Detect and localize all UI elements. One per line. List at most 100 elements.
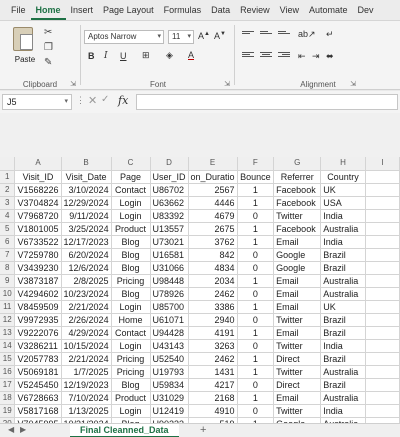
- header-cell[interactable]: Country: [320, 170, 366, 184]
- table-cell[interactable]: 0: [237, 313, 275, 327]
- align-center-icon[interactable]: [260, 52, 272, 61]
- table-cell[interactable]: Blog: [111, 235, 151, 249]
- table-cell[interactable]: India: [320, 235, 366, 249]
- table-cell[interactable]: V2057783: [14, 352, 62, 366]
- table-cell[interactable]: 2/21/2024: [61, 300, 112, 314]
- table-cell[interactable]: U31029: [150, 391, 189, 405]
- table-cell[interactable]: 0: [237, 378, 275, 392]
- table-cell[interactable]: [365, 248, 400, 262]
- table-cell[interactable]: 1: [237, 222, 275, 236]
- table-cell[interactable]: 1: [237, 326, 275, 340]
- table-cell[interactable]: 10/23/2024: [61, 287, 112, 301]
- column-header-b[interactable]: B: [61, 157, 112, 171]
- table-cell[interactable]: 1: [237, 300, 275, 314]
- table-cell[interactable]: [365, 300, 400, 314]
- spreadsheet-grid[interactable]: ABCDEFGHI 1 Visit_ID Visit_Date Page User_ID…: [0, 157, 400, 423]
- column-header-g[interactable]: G: [273, 157, 322, 171]
- table-cell[interactable]: U86702: [150, 183, 189, 197]
- format-painter-icon[interactable]: ✎: [44, 57, 52, 68]
- table-cell[interactable]: 0: [237, 209, 275, 223]
- table-cell[interactable]: Brazil: [320, 378, 366, 392]
- table-cell[interactable]: Contact: [111, 183, 151, 197]
- header-cell[interactable]: Page: [111, 170, 151, 184]
- table-cell[interactable]: 10/15/2024: [61, 339, 112, 353]
- table-cell[interactable]: Pricing: [111, 352, 151, 366]
- row-header[interactable]: 8: [0, 261, 16, 275]
- table-cell[interactable]: V3439230: [14, 261, 62, 275]
- table-cell[interactable]: 2567: [188, 183, 238, 197]
- column-header-c[interactable]: C: [111, 157, 151, 171]
- table-cell[interactable]: [365, 287, 400, 301]
- table-cell[interactable]: [365, 209, 400, 223]
- table-cell[interactable]: 3263: [188, 339, 238, 353]
- formula-input[interactable]: [136, 94, 398, 110]
- increase-font-icon[interactable]: A▲: [198, 31, 210, 41]
- table-cell[interactable]: Email: [273, 287, 322, 301]
- table-cell[interactable]: Twitter: [273, 209, 322, 223]
- table-cell[interactable]: Email: [273, 391, 322, 405]
- table-cell[interactable]: [365, 365, 400, 379]
- table-cell[interactable]: India: [320, 404, 366, 418]
- table-cell[interactable]: 1/7/2025: [61, 365, 112, 379]
- table-cell[interactable]: [365, 339, 400, 353]
- table-cell[interactable]: Home: [111, 313, 151, 327]
- table-cell[interactable]: Twitter: [273, 365, 322, 379]
- table-cell[interactable]: Email: [273, 326, 322, 340]
- tab-automate[interactable]: Automate: [304, 0, 353, 20]
- align-top-icon[interactable]: [242, 31, 254, 40]
- table-cell[interactable]: [365, 261, 400, 275]
- align-middle-icon[interactable]: [260, 31, 272, 40]
- table-cell[interactable]: V7968720: [14, 209, 62, 223]
- tab-data[interactable]: Data: [206, 0, 235, 20]
- column-header-i[interactable]: I: [365, 157, 400, 171]
- table-cell[interactable]: Email: [273, 235, 322, 249]
- table-cell[interactable]: Australia: [320, 274, 366, 288]
- align-left-icon[interactable]: [242, 52, 254, 61]
- table-cell[interactable]: Brazil: [320, 261, 366, 275]
- borders-icon[interactable]: ⊞: [142, 50, 150, 61]
- table-cell[interactable]: U61071: [150, 313, 189, 327]
- table-cell[interactable]: 4/29/2024: [61, 326, 112, 340]
- table-cell[interactable]: [365, 235, 400, 249]
- enter-icon[interactable]: ✓: [101, 94, 109, 105]
- row-header[interactable]: 4: [0, 209, 16, 223]
- table-cell[interactable]: [365, 352, 400, 366]
- tab-dev[interactable]: Dev: [353, 0, 379, 20]
- tab-view[interactable]: View: [275, 0, 304, 20]
- table-cell[interactable]: 2034: [188, 274, 238, 288]
- table-cell[interactable]: U98448: [150, 274, 189, 288]
- table-cell[interactable]: V9222076: [14, 326, 62, 340]
- table-cell[interactable]: [365, 404, 400, 418]
- font-launcher-icon[interactable]: ⇲: [224, 80, 230, 88]
- table-cell[interactable]: 12/19/2023: [61, 378, 112, 392]
- cancel-icon[interactable]: ✕: [88, 94, 97, 107]
- cut-icon[interactable]: ✂: [44, 27, 52, 38]
- table-cell[interactable]: [365, 313, 400, 327]
- scroll-left-icon[interactable]: ◀: [8, 425, 14, 434]
- tab-page-layout[interactable]: Page Layout: [98, 0, 159, 20]
- table-cell[interactable]: 4191: [188, 326, 238, 340]
- table-cell[interactable]: 1: [237, 196, 275, 210]
- select-all-corner[interactable]: [0, 157, 16, 171]
- table-cell[interactable]: 0: [237, 261, 275, 275]
- table-cell[interactable]: U78926: [150, 287, 189, 301]
- row-header[interactable]: 11: [0, 300, 16, 314]
- table-cell[interactable]: U13557: [150, 222, 189, 236]
- table-cell[interactable]: Pricing: [111, 365, 151, 379]
- row-header[interactable]: 1: [0, 170, 16, 184]
- column-header-h[interactable]: H: [320, 157, 366, 171]
- table-cell[interactable]: V5245450: [14, 378, 62, 392]
- table-cell[interactable]: 842: [188, 248, 238, 262]
- header-cell[interactable]: Visit_ID: [14, 170, 62, 184]
- table-cell[interactable]: Brazil: [320, 248, 366, 262]
- table-cell[interactable]: 2462: [188, 352, 238, 366]
- header-cell[interactable]: Visit_Date: [61, 170, 112, 184]
- table-cell[interactable]: USA: [320, 196, 366, 210]
- table-cell[interactable]: V7259780: [14, 248, 62, 262]
- table-cell[interactable]: U63662: [150, 196, 189, 210]
- table-cell[interactable]: 2675: [188, 222, 238, 236]
- table-cell[interactable]: Twitter: [273, 313, 322, 327]
- decrease-indent-icon[interactable]: ⇤: [298, 51, 306, 62]
- table-cell[interactable]: Brazil: [320, 313, 366, 327]
- table-cell[interactable]: 4679: [188, 209, 238, 223]
